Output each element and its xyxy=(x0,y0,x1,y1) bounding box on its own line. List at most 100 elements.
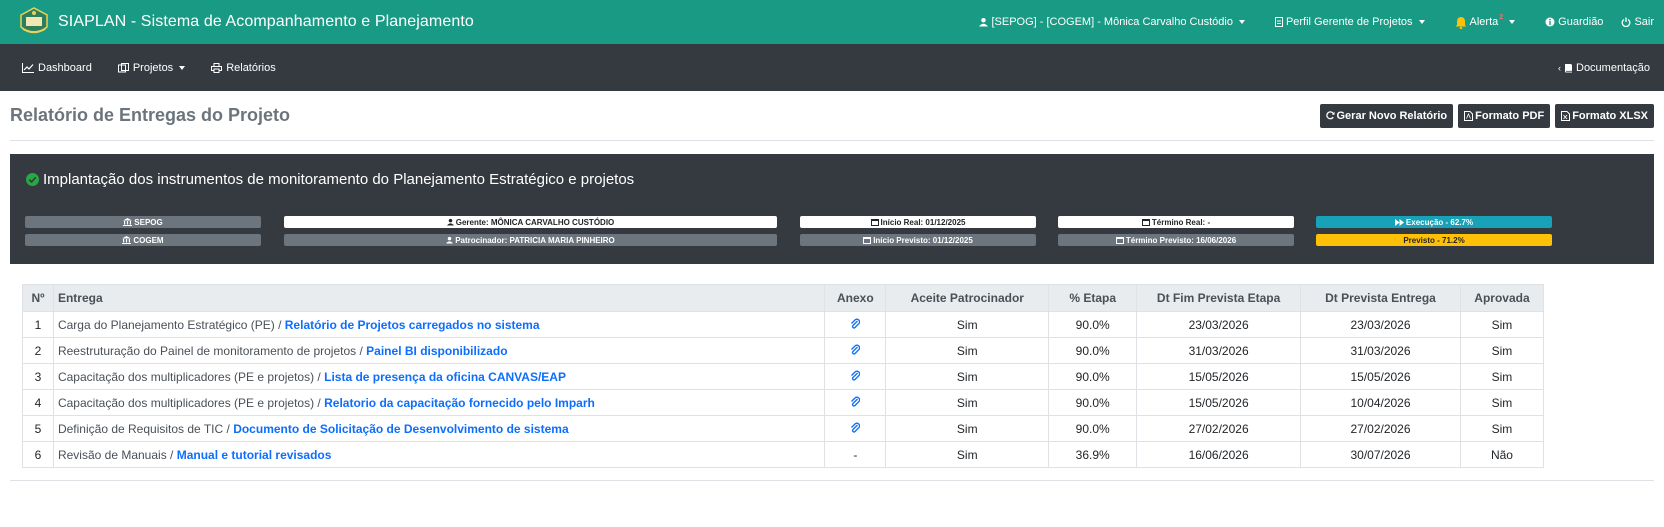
chevron-down-icon xyxy=(1238,20,1245,24)
user-icon xyxy=(446,236,454,244)
calendar-icon xyxy=(870,219,879,226)
delivery-date: 31/03/2026 xyxy=(1300,337,1461,364)
project-card: Implantação dos instrumentos de monitora… xyxy=(10,154,1654,264)
col-header-anexo[interactable]: Anexo xyxy=(824,284,887,312)
planned-progress-label: Previsto - 71.2% xyxy=(1403,235,1465,245)
user-icon xyxy=(979,17,989,27)
page-header: Relatório de Entregas do Projeto Gerar N… xyxy=(10,91,1654,141)
stage-end-date: 15/05/2026 xyxy=(1136,389,1302,416)
sponsor-acceptance: Sim xyxy=(885,363,1050,390)
approved: Sim xyxy=(1459,389,1545,416)
stage-name: Revisão de Manuais xyxy=(57,447,167,462)
attachment-cell xyxy=(824,389,887,416)
user-label: [SEPOG] - [COGEM] - Mônica Carvalho Cust… xyxy=(991,16,1233,28)
planned-progress-badge: Previsto - 71.2% xyxy=(1316,234,1552,246)
generate-report-button[interactable]: Gerar Novo Relatório xyxy=(1319,103,1454,128)
calendar-icon xyxy=(1141,219,1150,226)
stage-percent: 90.0% xyxy=(1048,389,1138,416)
end-real-label: Término Real: - xyxy=(1151,217,1211,227)
profile-label: Perfil Gerente de Projetos xyxy=(1285,16,1413,28)
col-header-numero[interactable]: Nº xyxy=(22,284,54,312)
xlsx-button[interactable]: Formato XLSX xyxy=(1555,103,1654,128)
stage-percent: 90.0% xyxy=(1048,311,1138,338)
paperclip-icon[interactable] xyxy=(850,422,861,436)
table-row: 3 Capacitação dos multiplicadores (PE e … xyxy=(22,363,1545,390)
paperclip-icon[interactable] xyxy=(850,396,861,410)
approved: Sim xyxy=(1459,311,1545,338)
col-header-pct-etapa[interactable]: % Etapa xyxy=(1048,284,1138,312)
calendar-icon xyxy=(1115,237,1124,244)
delivery-cell: Definição de Requisitos de TIC / Documen… xyxy=(52,415,826,442)
guardiao-link[interactable]: Guardião xyxy=(1545,16,1603,28)
delivery-link[interactable]: Relatório de Projetos carregados no sist… xyxy=(285,318,540,332)
power-icon xyxy=(1622,17,1631,27)
delivery-link[interactable]: Lista de presença da oficina CANVAS/EAP xyxy=(324,370,566,384)
attachment-cell xyxy=(824,415,887,442)
row-number: 3 xyxy=(22,363,54,390)
table-header-row: Nº Entrega Anexo Aceite Patrocinador % E… xyxy=(22,284,1545,312)
chevron-down-icon xyxy=(179,65,186,70)
table-row: 1 Carga do Planejamento Estratégico (PE)… xyxy=(22,311,1545,338)
stage-end-date: 23/03/2026 xyxy=(1136,311,1302,338)
sponsor-acceptance: Sim xyxy=(885,311,1050,338)
org-badge-cogem-label: COGEM xyxy=(133,235,164,245)
alert-label: Alerta xyxy=(1469,16,1499,28)
org-badge-sepog-label: SEPOG xyxy=(134,217,163,227)
logo-icon[interactable] xyxy=(16,4,52,40)
project-title: Implantação dos instrumentos de monitora… xyxy=(26,171,634,188)
delivery-link[interactable]: Relatorio da capacitação fornecido pelo … xyxy=(324,396,595,410)
chart-line-icon xyxy=(22,62,34,73)
stage-end-date: 31/03/2026 xyxy=(1136,337,1302,364)
delivery-link[interactable]: Documento de Solicitação de Desenvolvime… xyxy=(233,422,568,436)
col-header-entrega[interactable]: Entrega xyxy=(52,284,826,312)
logout-label: Sair xyxy=(1634,16,1654,28)
execution-badge: Execução - 62.7% xyxy=(1316,216,1552,228)
delivery-cell: Carga do Planejamento Estratégico (PE) /… xyxy=(52,311,826,338)
approved: Sim xyxy=(1459,363,1545,390)
institution-icon xyxy=(123,218,133,226)
paperclip-icon[interactable] xyxy=(850,318,861,332)
logout-link[interactable]: Sair xyxy=(1621,16,1654,28)
sponsor-acceptance: Sim xyxy=(885,441,1050,468)
projects-icon xyxy=(117,62,129,72)
chevron-down-icon xyxy=(1509,20,1516,24)
delivery-cell: Reestruturação do Painel de monitorament… xyxy=(52,337,826,364)
approved: Sim xyxy=(1459,415,1545,442)
alert-menu[interactable]: Alerta 2 xyxy=(1455,14,1516,29)
deliveries-table-container: Nº Entrega Anexo Aceite Patrocinador % E… xyxy=(22,284,1545,468)
col-header-aprovada[interactable]: Aprovada xyxy=(1459,284,1545,312)
row-number: 6 xyxy=(22,441,54,468)
stage-name: Capacitação dos multiplicadores (PE e pr… xyxy=(57,395,315,410)
delivery-cell: Capacitação dos multiplicadores (PE e pr… xyxy=(52,389,826,416)
app-title[interactable]: SIAPLAN - Sistema de Acompanhamento e Pl… xyxy=(58,13,474,31)
guardiao-label: Guardião xyxy=(1558,16,1604,28)
delivery-cell: Revisão de Manuais / Manual e tutorial r… xyxy=(52,441,826,468)
nav-relatorios-label: Relatórios xyxy=(226,61,276,74)
start-planned-label: Início Previsto: 01/12/2025 xyxy=(873,235,973,245)
user-menu[interactable]: [SEPOG] - [COGEM] - Mônica Carvalho Cust… xyxy=(979,16,1245,28)
stage-name: Carga do Planejamento Estratégico (PE) xyxy=(57,317,275,332)
col-header-dt-prevista-entrega[interactable]: Dt Prevista Entrega xyxy=(1300,284,1461,312)
delivery-link[interactable]: Manual e tutorial revisados xyxy=(177,448,332,462)
table-row: 6 Revisão de Manuais / Manual e tutorial… xyxy=(22,441,1545,468)
row-number: 1 xyxy=(22,311,54,338)
delivery-link[interactable]: Painel BI disponibilizado xyxy=(366,344,507,358)
paperclip-icon[interactable] xyxy=(850,344,861,358)
pdf-button[interactable]: Formato PDF xyxy=(1458,103,1551,128)
nav-projetos[interactable]: Projetos xyxy=(117,62,186,74)
main-nav: Dashboard Projetos Relatórios ‹ Document… xyxy=(0,44,1664,91)
col-header-dt-fim-etapa[interactable]: Dt Fim Prevista Etapa xyxy=(1136,284,1302,312)
sponsor-badge: Patrocinador: PATRICIA MARIA PINHEIRO xyxy=(284,234,777,246)
col-header-aceite[interactable]: Aceite Patrocinador xyxy=(885,284,1050,312)
profile-menu[interactable]: Perfil Gerente de Projetos xyxy=(1274,16,1425,28)
stage-percent: 90.0% xyxy=(1048,337,1138,364)
nav-documentacao[interactable]: ‹ Documentação xyxy=(1558,62,1650,74)
attachment-cell: - xyxy=(824,441,887,468)
paperclip-icon[interactable] xyxy=(850,370,861,384)
nav-documentacao-label: Documentação xyxy=(1576,61,1650,74)
nav-dashboard[interactable]: Dashboard xyxy=(22,62,92,74)
chevron-down-icon xyxy=(1418,20,1425,24)
stage-percent: 90.0% xyxy=(1048,363,1138,390)
nav-relatorios[interactable]: Relatórios xyxy=(211,62,276,74)
manager-label: Gerente: MÔNICA CARVALHO CUSTÓDIO xyxy=(455,217,615,227)
